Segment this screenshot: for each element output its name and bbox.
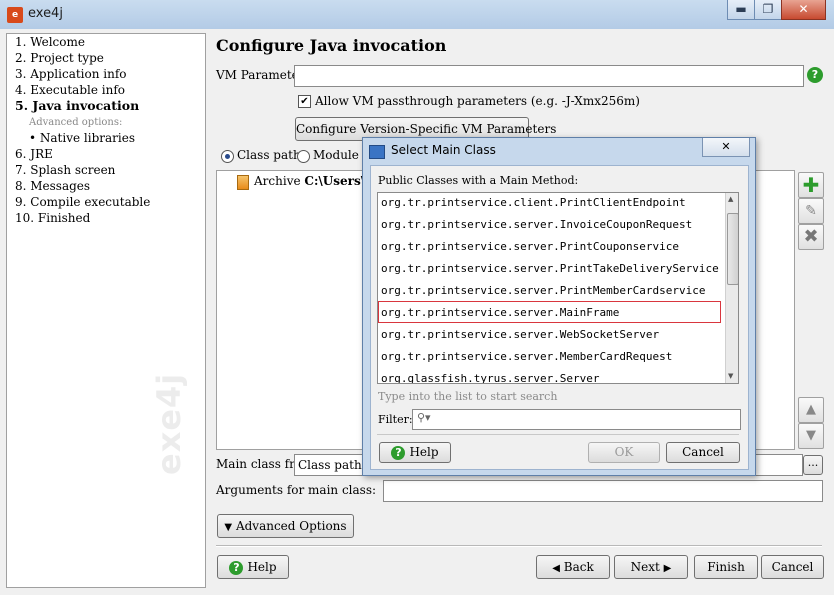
step-splash-screen[interactable]: 7. Splash screen — [15, 163, 115, 177]
advanced-options-button[interactable]: ▼ Advanced Options — [217, 514, 354, 538]
dialog-close-button[interactable]: ✕ — [702, 138, 750, 157]
dialog-title: Select Main Class — [391, 143, 496, 157]
browse-main-class-button[interactable]: ... — [803, 455, 823, 475]
archive-label: Archive — [254, 174, 301, 188]
list-item[interactable]: org.tr.printservice.server.InvoiceCoupon… — [381, 218, 692, 231]
search-hint: Type into the list to start search — [378, 390, 558, 403]
passthrough-label: Allow VM passthrough parameters (e.g. -J… — [315, 94, 640, 108]
main-class-from-select[interactable]: Class path — [294, 454, 364, 476]
move-up-button[interactable]: ▲ — [798, 397, 824, 423]
step-application-info[interactable]: 3. Application info — [15, 67, 127, 81]
edit-icon: ✎ — [805, 203, 817, 219]
class-path-radio-label: Class path — [237, 148, 301, 162]
remove-icon: ✖ — [803, 226, 819, 247]
list-item[interactable]: org.tr.printservice.server.PrintCouponse… — [381, 240, 679, 253]
close-window-button[interactable]: ✕ — [781, 0, 826, 20]
finish-button[interactable]: Finish — [694, 555, 758, 579]
list-item-selected[interactable]: org.tr.printservice.server.MainFrame — [381, 306, 619, 319]
advanced-options-label: Advanced Options — [235, 519, 347, 533]
dialog-window-icon — [369, 145, 385, 159]
next-button[interactable]: Next ▶ — [614, 555, 688, 579]
arguments-input[interactable] — [383, 480, 823, 502]
step-jre[interactable]: 6. JRE — [15, 147, 53, 161]
class-path-radio[interactable] — [221, 150, 234, 163]
select-main-class-dialog: Select Main Class ✕ Public Classes with … — [362, 137, 756, 476]
help-icon: ? — [229, 560, 244, 575]
list-scrollbar[interactable]: ▲ ▼ — [725, 193, 738, 383]
footer-separator — [216, 545, 822, 547]
passthrough-checkbox[interactable]: ✔ — [298, 95, 311, 108]
vm-parameters-input[interactable] — [294, 65, 804, 87]
filter-input[interactable]: ⚲▾ — [412, 409, 741, 430]
title-bar: e exe4j ▬ ❐ ✕ — [0, 0, 834, 30]
dialog-help-label: Help — [409, 445, 439, 459]
bullet-icon: • — [29, 131, 37, 145]
exe4j-app-icon: e — [7, 7, 23, 23]
minimize-button[interactable]: ▬ — [727, 0, 755, 20]
dialog-cancel-button[interactable]: Cancel — [666, 442, 740, 463]
module-path-radio[interactable] — [297, 150, 310, 163]
move-down-button[interactable]: ▼ — [798, 423, 824, 449]
help-label: Help — [247, 560, 277, 574]
help-icon: ? — [391, 445, 406, 460]
help-icon[interactable]: ? — [807, 67, 823, 83]
step-welcome[interactable]: 1. Welcome — [15, 35, 85, 49]
main-class-input[interactable] — [754, 454, 803, 476]
chevron-up-icon: ▲ — [806, 402, 816, 417]
main-class-from-value: Class path — [298, 458, 362, 472]
edit-entry-button[interactable]: ✎ — [798, 198, 824, 224]
advanced-options-caption: Advanced options: — [29, 117, 123, 128]
plus-icon: ✚ — [802, 173, 820, 197]
add-entry-button[interactable]: ✚ — [798, 172, 824, 198]
step-messages[interactable]: 8. Messages — [15, 179, 90, 193]
dialog-ok-button[interactable]: OK — [588, 442, 660, 463]
next-label: Next — [630, 560, 660, 574]
scroll-up-icon[interactable]: ▲ — [728, 195, 733, 203]
arguments-label: Arguments for main class: — [216, 483, 377, 497]
step-compile-executable[interactable]: 9. Compile executable — [15, 195, 150, 209]
search-icon: ⚲▾ — [417, 411, 431, 424]
page-title: Configure Java invocation — [216, 36, 447, 55]
dialog-help-button[interactable]: ? Help — [379, 442, 451, 463]
wizard-steps-sidebar: 1. Welcome 2. Project type 3. Applicatio… — [6, 33, 206, 588]
help-button[interactable]: ? Help — [217, 555, 289, 579]
filter-label: Filter: — [378, 413, 413, 426]
dialog-body: Public Classes with a Main Method: org.t… — [370, 165, 749, 470]
step-executable-info[interactable]: 4. Executable info — [15, 83, 125, 97]
list-item[interactable]: org.tr.printservice.server.PrintMemberCa… — [381, 284, 706, 297]
list-item[interactable]: org.tr.printservice.server.WebSocketServ… — [381, 328, 659, 341]
remove-entry-button[interactable]: ✖ — [798, 224, 824, 250]
maximize-button[interactable]: ❐ — [754, 0, 782, 20]
list-item[interactable]: org.glassfish.tyrus.server.Server — [381, 372, 600, 383]
cancel-button[interactable]: Cancel — [761, 555, 824, 579]
list-item[interactable]: org.tr.printservice.client.PrintClientEn… — [381, 196, 686, 209]
next-arrow-icon: ▶ — [663, 563, 672, 574]
main-classes-list[interactable]: org.tr.printservice.client.PrintClientEn… — [377, 192, 739, 384]
list-item[interactable]: org.tr.printservice.server.PrintTakeDeli… — [381, 262, 719, 275]
window-title: exe4j — [28, 6, 63, 21]
exe4j-watermark: exe4j — [150, 372, 188, 475]
dropdown-arrow-icon: ▼ — [224, 522, 233, 533]
chevron-down-icon: ▼ — [806, 428, 816, 443]
step-project-type[interactable]: 2. Project type — [15, 51, 104, 65]
step-native-libraries-label: Native libraries — [39, 131, 135, 145]
step-finished[interactable]: 10. Finished — [15, 211, 90, 225]
back-label: Back — [563, 560, 594, 574]
classes-list-label: Public Classes with a Main Method: — [378, 174, 579, 187]
back-button[interactable]: ◀ Back — [536, 555, 610, 579]
back-arrow-icon: ◀ — [552, 563, 560, 574]
archive-jar-icon — [237, 175, 249, 190]
question-mark-icon: ? — [807, 67, 823, 83]
step-native-libraries[interactable]: • Native libraries — [29, 131, 135, 145]
step-java-invocation[interactable]: 5. Java invocation — [15, 98, 139, 113]
dialog-separator — [377, 434, 739, 435]
list-item[interactable]: org.tr.printservice.server.MemberCardReq… — [381, 350, 672, 363]
scrollbar-thumb[interactable] — [727, 213, 738, 285]
scroll-down-icon[interactable]: ▼ — [728, 372, 733, 380]
